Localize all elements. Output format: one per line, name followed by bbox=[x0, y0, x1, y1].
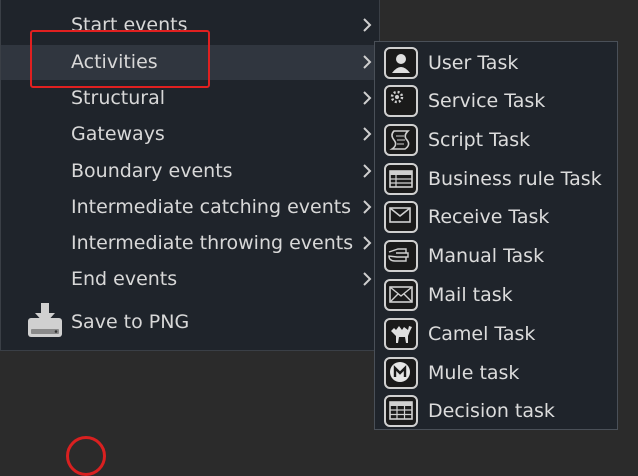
submenu-item-label: Receive Task bbox=[428, 206, 550, 228]
submenu-item-mail-task[interactable]: Mail task bbox=[375, 276, 617, 315]
submenu-item-label: Service Task bbox=[428, 90, 546, 112]
submenu-item-script-task[interactable]: Script Task bbox=[375, 121, 617, 160]
chevron-right-icon bbox=[363, 55, 372, 69]
menu-item-end-events[interactable]: End events bbox=[1, 262, 379, 297]
menu-item-intermediate-catching-events[interactable]: Intermediate catching events bbox=[1, 190, 379, 225]
submenu-item-label: Camel Task bbox=[428, 323, 536, 345]
menu-item-label: Boundary events bbox=[71, 160, 233, 182]
activities-submenu: User Task Service Task Script Task Busin… bbox=[374, 41, 618, 430]
receive-task-icon bbox=[384, 201, 418, 233]
submenu-item-camel-task[interactable]: Camel Task bbox=[375, 315, 617, 354]
script-task-icon bbox=[384, 124, 418, 156]
submenu-item-label: Manual Task bbox=[428, 245, 545, 267]
submenu-item-label: User Task bbox=[428, 52, 519, 74]
highlight-annotation bbox=[30, 30, 210, 88]
menu-item-boundary-events[interactable]: Boundary events bbox=[1, 154, 379, 189]
menu-item-label: Intermediate catching events bbox=[71, 196, 352, 218]
decision-task-icon bbox=[384, 395, 418, 427]
mail-task-icon bbox=[384, 279, 418, 311]
chevron-right-icon bbox=[363, 272, 372, 286]
menu-item-label: End events bbox=[71, 268, 178, 290]
chevron-right-icon bbox=[363, 200, 372, 214]
chevron-right-icon bbox=[363, 18, 372, 32]
menu-item-label: Intermediate throwing events bbox=[71, 232, 354, 254]
submenu-item-service-task[interactable]: Service Task bbox=[375, 82, 617, 121]
submenu-item-receive-task[interactable]: Receive Task bbox=[375, 198, 617, 237]
submenu-item-label: Business rule Task bbox=[428, 168, 602, 190]
submenu-item-manual-task[interactable]: Manual Task bbox=[375, 237, 617, 276]
submenu-item-mule-task[interactable]: Mule task bbox=[375, 354, 617, 393]
camel-task-icon bbox=[384, 318, 418, 350]
business-rule-task-icon bbox=[384, 163, 418, 195]
user-task-icon bbox=[384, 47, 418, 79]
menu-item-gateways[interactable]: Gateways bbox=[1, 117, 379, 152]
menu-item-intermediate-throwing-events[interactable]: Intermediate throwing events bbox=[1, 226, 379, 261]
chevron-right-icon bbox=[363, 91, 372, 105]
service-task-icon bbox=[384, 85, 418, 117]
save-disk-icon bbox=[28, 303, 62, 337]
mule-task-icon bbox=[384, 357, 418, 389]
submenu-item-business-rule-task[interactable]: Business rule Task bbox=[375, 160, 617, 199]
menu-item-save-to-png[interactable]: Save to PNG bbox=[1, 302, 379, 342]
submenu-item-decision-task[interactable]: Decision task bbox=[375, 392, 617, 431]
menu-item-label: Gateways bbox=[71, 123, 165, 145]
submenu-item-user-task[interactable]: User Task bbox=[375, 44, 617, 83]
chevron-right-icon bbox=[363, 127, 372, 141]
submenu-item-label: Mule task bbox=[428, 362, 520, 384]
red-annotation-mark bbox=[66, 436, 106, 476]
submenu-item-label: Mail task bbox=[428, 284, 513, 306]
chevron-right-icon bbox=[363, 236, 372, 250]
chevron-right-icon bbox=[363, 164, 372, 178]
menu-item-label: Save to PNG bbox=[71, 311, 190, 333]
submenu-item-label: Decision task bbox=[428, 400, 555, 422]
submenu-item-label: Script Task bbox=[428, 129, 531, 151]
manual-task-icon bbox=[384, 240, 418, 272]
